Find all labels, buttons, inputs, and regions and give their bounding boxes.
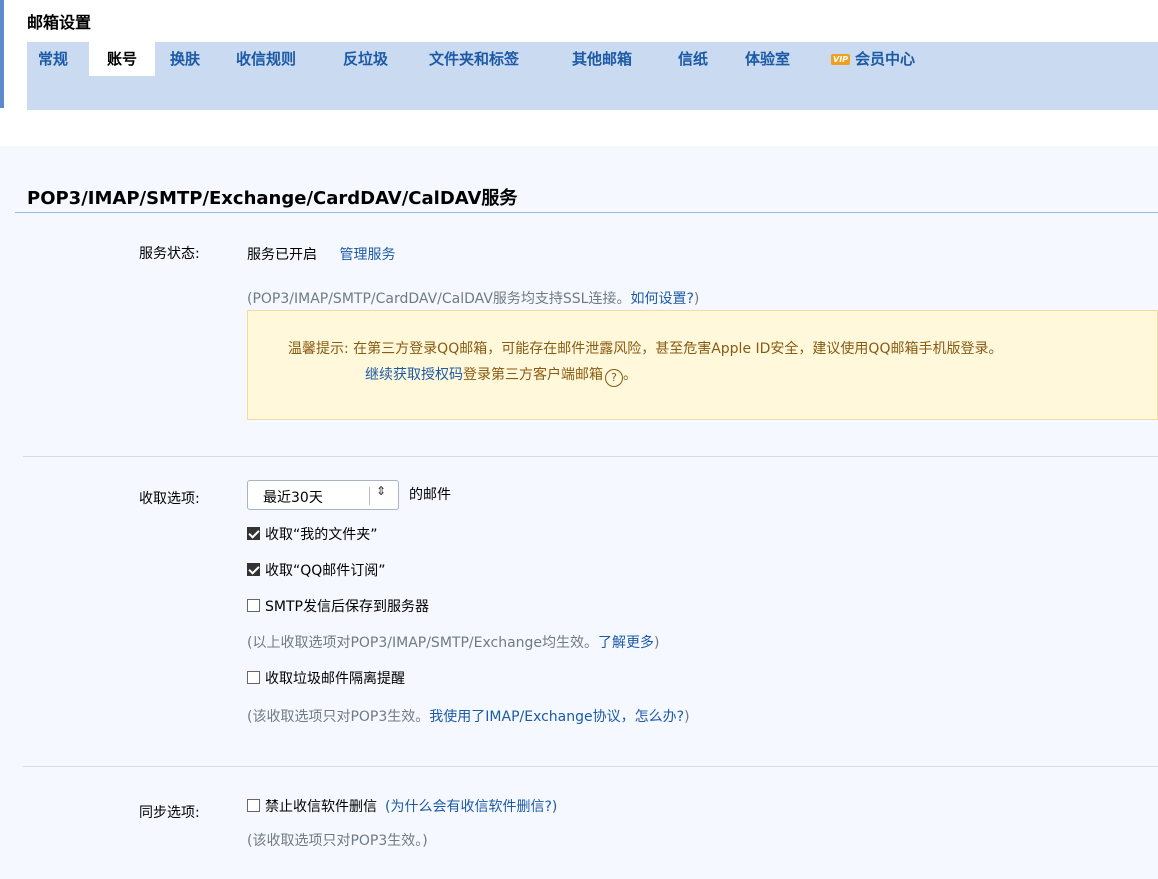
checkbox-unchecked[interactable]	[247, 799, 260, 812]
fetch-range-suffix: 的邮件	[409, 487, 451, 503]
fetch-option-qq-subscriptions[interactable]: 收取“QQ邮件订阅”	[247, 560, 386, 580]
fetch-range-select[interactable]: 最近30天 ⇕	[247, 480, 399, 510]
option-label: 禁止收信软件删信	[265, 799, 377, 815]
option-label: 收取垃圾邮件隔离提醒	[265, 671, 405, 687]
tab-folders-labels[interactable]: 文件夹和标签	[429, 42, 519, 76]
manage-service-link[interactable]: 管理服务	[339, 247, 395, 263]
fetch-option-smtp-save[interactable]: SMTP发信后保存到服务器	[247, 596, 429, 616]
section-divider-2	[23, 766, 1158, 767]
page-title: 邮箱设置	[27, 13, 92, 32]
tip-text: 在第三方登录QQ邮箱，可能存在邮件泄露风险，甚至危害Apple ID安全，建议使…	[353, 341, 1003, 357]
get-auth-code-link[interactable]: 继续获取授权码	[365, 367, 463, 383]
section-divider-1	[23, 456, 1158, 457]
checkbox-checked[interactable]	[247, 527, 260, 540]
settings-content: POP3/IMAP/SMTP/Exchange/CardDAV/CalDAV服务…	[0, 146, 1158, 879]
why-delete-link[interactable]: (为什么会有收信软件删信?)	[385, 799, 557, 815]
section-title: POP3/IMAP/SMTP/Exchange/CardDAV/CalDAV服务	[27, 188, 518, 209]
service-status-label: 服务状态:	[139, 246, 200, 262]
sync-options-label: 同步选项:	[139, 805, 200, 821]
service-status-value: 服务已开启	[247, 247, 317, 263]
fetch-options-label: 收取选项:	[139, 491, 200, 507]
left-accent-strip	[0, 0, 4, 108]
tab-skin[interactable]: 换肤	[170, 42, 200, 76]
tab-stationery[interactable]: 信纸	[678, 42, 708, 76]
option-label: 收取“QQ邮件订阅”	[265, 563, 386, 579]
vip-icon: VIP	[831, 54, 851, 65]
settings-tab-bar: 常规 账号 换肤 收信规则 反垃圾 文件夹和标签 其他邮箱 信纸 体验室 VIP…	[27, 42, 1158, 110]
tab-general[interactable]: 常规	[38, 42, 68, 76]
select-separator	[369, 487, 370, 505]
fetch-option-spam-reminder[interactable]: 收取垃圾邮件隔离提醒	[247, 668, 405, 688]
ssl-note-text: (POP3/IMAP/SMTP/CardDAV/CalDAV服务均支持SSL连接…	[247, 291, 631, 307]
pop3-note-text: (该收取选项只对POP3生效。	[247, 709, 430, 725]
ssl-note-end: )	[693, 291, 700, 307]
tip-end: 。	[623, 367, 637, 383]
spacer	[0, 110, 1158, 146]
security-tip-box: 温馨提示: 在第三方登录QQ邮箱，可能存在邮件泄露风险，甚至危害Apple ID…	[247, 310, 1158, 420]
auth-code-line: 继续获取授权码登录第三方客户端邮箱?。	[365, 364, 637, 387]
option-label: SMTP发信后保存到服务器	[265, 599, 429, 615]
checkbox-unchecked[interactable]	[247, 671, 260, 684]
imap-exchange-help-link[interactable]: 我使用了IMAP/Exchange协议，怎么办?	[429, 709, 684, 725]
section-divider	[15, 212, 1158, 213]
checkbox-unchecked[interactable]	[247, 599, 260, 612]
tab-receive-rules[interactable]: 收信规则	[236, 42, 296, 76]
security-tip-line: 温馨提示: 在第三方登录QQ邮箱，可能存在邮件泄露风险，甚至危害Apple ID…	[288, 338, 1002, 358]
sync-note: (该收取选项只对POP3生效。)	[247, 833, 428, 849]
tab-account[interactable]: 账号	[89, 42, 155, 76]
tab-member-center[interactable]: VIP 会员中心	[831, 42, 915, 76]
tab-anti-spam[interactable]: 反垃圾	[343, 42, 388, 76]
sync-option-no-delete[interactable]: 禁止收信软件删信 (为什么会有收信软件删信?)	[247, 796, 557, 816]
tab-other-mailboxes[interactable]: 其他邮箱	[572, 42, 632, 76]
fetch-range-value: 最近30天	[263, 490, 323, 506]
ssl-note: (POP3/IMAP/SMTP/CardDAV/CalDAV服务均支持SSL连接…	[247, 288, 699, 308]
tab-lab[interactable]: 体验室	[745, 42, 790, 76]
fetch-note-text: (以上收取选项对POP3/IMAP/SMTP/Exchange均生效。	[247, 635, 599, 651]
pop3-note: (该收取选项只对POP3生效。我使用了IMAP/Exchange协议，怎么办?)	[247, 706, 690, 726]
tab-member-center-label: 会员中心	[855, 50, 916, 68]
service-status-text: 服务已开启 管理服务	[247, 244, 395, 264]
fetch-note: (以上收取选项对POP3/IMAP/SMTP/Exchange均生效。了解更多)	[247, 632, 660, 652]
option-label: 收取“我的文件夹”	[265, 527, 378, 543]
tip-suffix: 登录第三方客户端邮箱	[463, 367, 603, 383]
tip-label: 温馨提示:	[288, 341, 349, 357]
help-circle-icon[interactable]: ?	[605, 369, 623, 387]
checkbox-checked[interactable]	[247, 563, 260, 576]
how-to-setup-link[interactable]: 如何设置?	[630, 291, 693, 307]
learn-more-link[interactable]: 了解更多	[598, 635, 654, 651]
pop3-note-end: )	[684, 709, 690, 725]
select-arrows-icon: ⇕	[376, 484, 387, 498]
fetch-option-my-folders[interactable]: 收取“我的文件夹”	[247, 524, 378, 544]
fetch-note-end: )	[654, 635, 660, 651]
